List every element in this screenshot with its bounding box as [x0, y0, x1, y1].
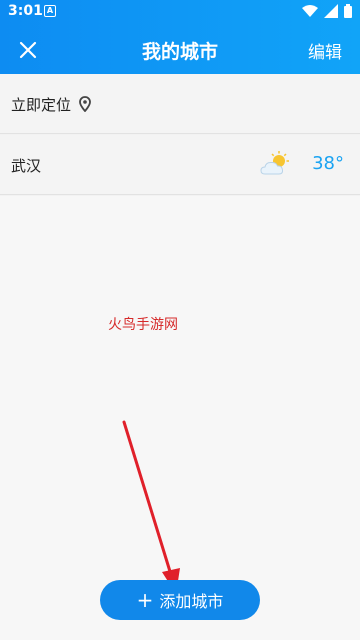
watermark-text: 火鸟手游网: [108, 317, 178, 333]
add-city-button[interactable]: + 添加城市: [100, 580, 260, 620]
city-name: 武汉: [11, 157, 42, 175]
wifi-icon: [302, 5, 318, 17]
edit-button[interactable]: 编辑: [308, 38, 342, 63]
location-pin-icon: [79, 96, 91, 112]
status-bar: 3:01 A: [0, 0, 360, 24]
signal-icon: [324, 4, 338, 18]
status-a-icon: A: [44, 5, 56, 17]
plus-icon: +: [136, 588, 154, 612]
page-title: 我的城市: [141, 41, 218, 63]
temperature: 38°: [312, 153, 344, 174]
status-time: 3:01: [8, 3, 43, 19]
battery-icon: [344, 4, 352, 18]
locate-label: 立即定位: [11, 96, 72, 114]
arrow-annotation: [122, 420, 180, 594]
locate-row[interactable]: 立即定位: [0, 74, 360, 134]
app-header: 3:01 A 我的城市 编辑: [0, 0, 360, 74]
add-city-label: 添加城市: [159, 592, 224, 611]
status-icons: [302, 4, 352, 18]
partly-cloudy-icon: [260, 151, 289, 175]
city-row[interactable]: 武汉 38°: [0, 135, 360, 195]
